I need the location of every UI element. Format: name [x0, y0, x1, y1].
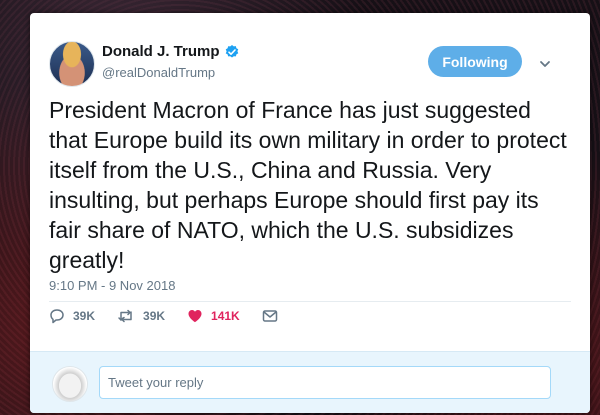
reply-input[interactable] [99, 366, 551, 399]
heart-icon [188, 310, 202, 323]
reply-action[interactable]: 39K [49, 308, 95, 324]
user-avatar[interactable] [49, 41, 95, 87]
like-action[interactable]: 141K [187, 308, 240, 324]
chevron-down-icon[interactable] [538, 57, 552, 71]
reply-composer [30, 351, 590, 413]
current-user-avatar [52, 366, 88, 402]
envelope-icon [262, 310, 277, 322]
user-display-name[interactable]: Donald J. Trump [102, 43, 220, 60]
verified-badge-icon [224, 44, 240, 60]
tweet-card: Donald J. Trump @realDonaldTrump Followi… [30, 13, 590, 413]
tweet-text: President Macron of France has just sugg… [49, 97, 567, 273]
following-button[interactable]: Following [428, 46, 522, 77]
tweet-actions: 39K 39K 141K [49, 306, 308, 326]
reply-icon [50, 309, 64, 324]
reply-count: 39K [73, 309, 96, 323]
retweet-action[interactable]: 39K [117, 308, 165, 324]
tweet-timestamp[interactable]: 9:10 PM - 9 Nov 2018 [49, 278, 175, 293]
retweet-icon [118, 309, 132, 323]
retweet-count: 39K [143, 309, 166, 323]
direct-message-action[interactable] [262, 309, 286, 323]
like-count: 141K [211, 309, 240, 323]
divider [49, 301, 571, 302]
user-handle[interactable]: @realDonaldTrump [102, 65, 215, 80]
name-row: Donald J. Trump [102, 43, 240, 60]
